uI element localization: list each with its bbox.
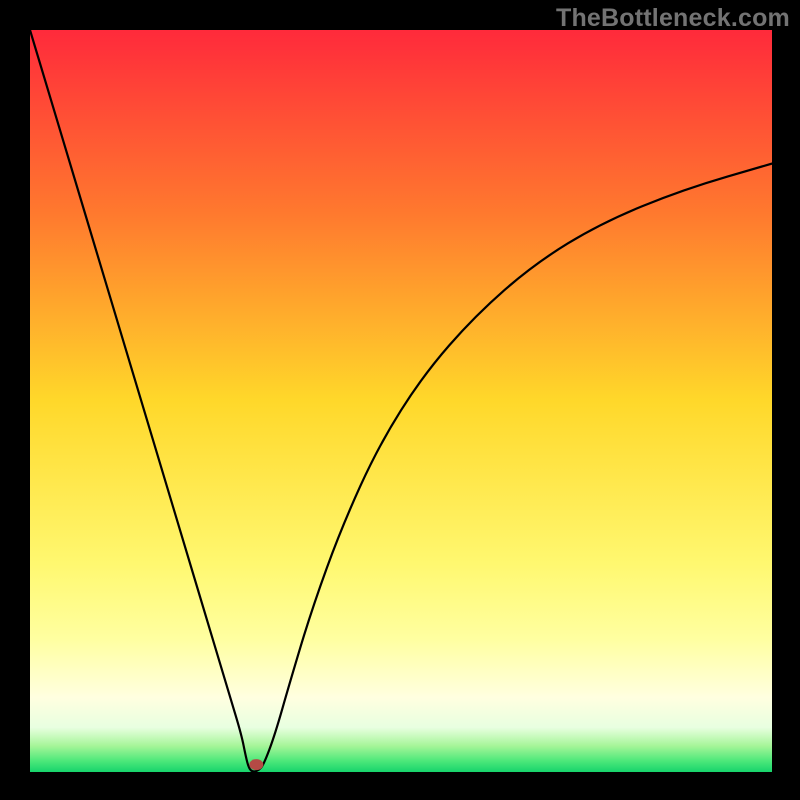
chart-frame: TheBottleneck.com — [0, 0, 800, 800]
watermark-label: TheBottleneck.com — [556, 4, 790, 33]
chart-svg — [0, 0, 800, 800]
minimum-marker — [249, 759, 263, 770]
